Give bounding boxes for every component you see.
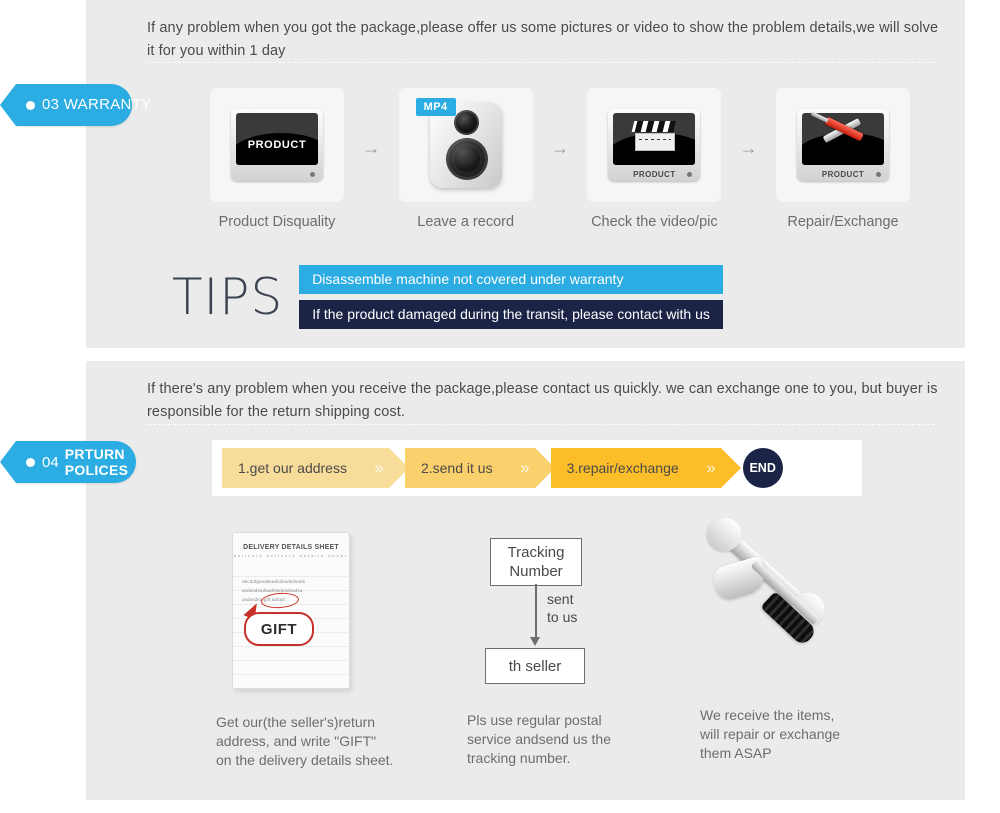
chevron-right-icon: » [520, 458, 530, 477]
monitor-clapperboard-icon: PRODUCT [608, 109, 701, 181]
step-caption: Check the video/pic [591, 214, 718, 230]
hammer-wrench-icon [690, 528, 855, 686]
returns-column-3-caption: We receive the items, will repair or exc… [700, 707, 841, 761]
flow-connector-line [535, 584, 537, 639]
section-divider [148, 424, 935, 425]
warranty-step-row: PRODUCT Product Disquality → MP4 Leave a… [210, 88, 911, 233]
lens-big-icon [445, 138, 488, 180]
returns-detail-columns: DELIVERY DETAILS SHEET delivery delivery… [200, 528, 900, 778]
flow-step-label: 1.get our address [238, 460, 347, 476]
tip-bar-warranty: Disassemble machine not covered under wa… [299, 265, 723, 294]
chevron-right-icon: » [374, 458, 385, 477]
product-description-page: If any problem when you got the package,… [0, 0, 1000, 813]
sidebar-tag-warranty: 03 WARRANTY [0, 84, 151, 126]
monitor-screen-text: PRODUCT [247, 139, 307, 151]
gift-callout: GIFT [244, 612, 314, 646]
warranty-intro-text: If any problem when you got the package,… [147, 20, 939, 59]
tip-bar-transit: If the product damaged during the transi… [299, 300, 723, 329]
sheet-header: DELIVERY DETAILS SHEET [243, 544, 339, 551]
flow-step-1: 1.get our address » [222, 448, 409, 488]
arrow-down-icon [530, 637, 540, 646]
screwdriver-wrench-icon [818, 116, 868, 155]
returns-tag-number: 04 [42, 453, 59, 471]
warranty-tag-label: 03 WARRANTY [42, 96, 152, 113]
tips-block: TIPS Disassemble machine not covered und… [172, 262, 723, 332]
warranty-step-4: PRODUCT Repair/Exchange [776, 88, 911, 230]
flow-step-3: 3.repair/exchange » [550, 448, 741, 488]
warranty-step-2: MP4 Leave a record [398, 88, 533, 230]
flow-step-label: 3.repair/exchange [566, 460, 679, 476]
tips-heading: TIPS [172, 268, 284, 326]
arrow-icon-3: → [739, 138, 758, 158]
seller-box: th seller [485, 648, 585, 684]
flow-arrow-label: sent to us [547, 591, 578, 625]
step-tile: MP4 [398, 88, 533, 202]
returns-flow-strip: 1.get our address » 2.send it us » 3.rep… [212, 440, 862, 496]
arrow-icon-1: → [362, 138, 381, 158]
tag-notch-icon [0, 441, 16, 483]
returns-column-2-caption: Pls use regular postal service andsend u… [467, 712, 611, 766]
led-icon [876, 172, 882, 177]
step-caption: Leave a record [417, 214, 515, 230]
lens-small-icon [453, 110, 479, 135]
tracking-number-box: Tracking Number [490, 538, 582, 586]
tips-bar-list: Disassemble machine not covered under wa… [299, 265, 723, 329]
mp4-badge: MP4 [415, 98, 456, 116]
monitor-tools-icon: PRODUCT [797, 109, 890, 181]
returns-intro-text: If there's any problem when you receive … [147, 381, 938, 420]
clapperboard-icon [631, 121, 677, 151]
tag-notch-icon [0, 84, 16, 126]
chevron-right-icon: » [706, 458, 716, 477]
returns-column-1-caption: Get our(the seller's)return address, and… [216, 714, 394, 768]
dot-icon [26, 457, 35, 467]
sheet-subheader: delivery delivery details sheet [233, 553, 349, 558]
warranty-step-1: PRODUCT Product Disquality [210, 88, 344, 230]
mp4-recorder-icon: MP4 [415, 98, 502, 188]
sheet-line: abcdafgasddsadcdsadsdsads [242, 579, 306, 584]
flow-step-label: 2.send it us [420, 460, 493, 476]
sidebar-tag-returns: 04 PRTURN POLICES [0, 441, 136, 483]
monitor-product-icon: PRODUCT [231, 109, 323, 181]
step-tile: PRODUCT [587, 88, 722, 202]
flow-step-2: 2.send it us » [404, 448, 555, 488]
step-tile: PRODUCT [210, 88, 344, 202]
returns-tag-label: PRTURN POLICES [64, 446, 129, 478]
step-tile: PRODUCT [776, 88, 911, 202]
end-badge: END [742, 448, 783, 488]
step-caption: Repair/Exchange [787, 214, 899, 230]
dot-icon [26, 100, 35, 110]
arrow-icon-2: → [551, 138, 569, 158]
step-caption: Product Disquality [218, 214, 336, 230]
warranty-step-3: PRODUCT Check the video/pic [587, 88, 722, 230]
